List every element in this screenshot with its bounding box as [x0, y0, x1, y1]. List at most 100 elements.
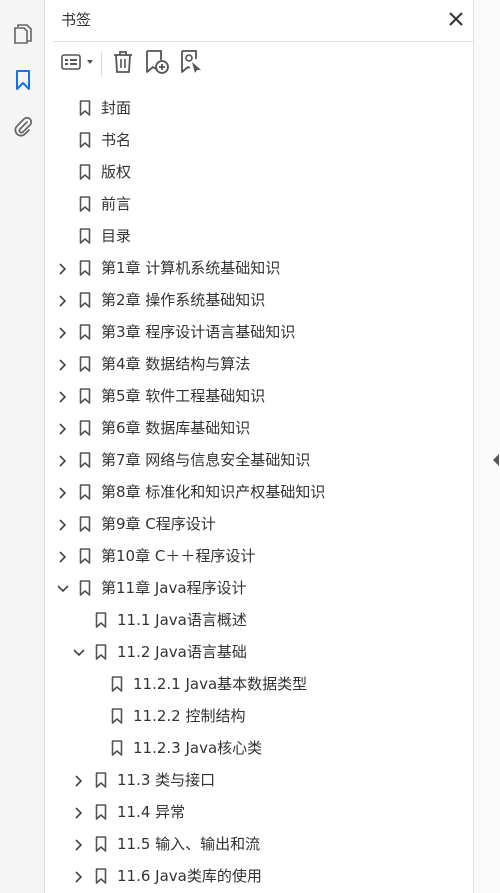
- chevron-right-icon[interactable]: [56, 325, 70, 339]
- bookmark-icon: [79, 580, 91, 596]
- find-current-bookmark-button[interactable]: [178, 50, 206, 78]
- chevron-right-icon[interactable]: [72, 805, 86, 819]
- bookmark-label: 第11章 Java程序设计: [101, 579, 247, 597]
- bookmark-icon: [79, 228, 91, 244]
- bookmark-item[interactable]: 11.3 类与接口: [45, 764, 473, 796]
- bookmark-item[interactable]: 11.6 Java类库的使用: [45, 860, 473, 892]
- close-panel-button[interactable]: [445, 9, 467, 31]
- navigation-rail: [0, 0, 45, 893]
- attachments-button[interactable]: [0, 109, 45, 143]
- bookmark-label: 第3章 程序设计语言基础知识: [101, 323, 296, 341]
- bookmark-label: 目录: [101, 227, 132, 245]
- chevron-right-icon[interactable]: [56, 293, 70, 307]
- chevron-right-icon[interactable]: [72, 773, 86, 787]
- bookmark-item[interactable]: 前言: [45, 188, 473, 220]
- bookmark-item[interactable]: 封面: [45, 92, 473, 124]
- bookmark-item[interactable]: 第4章 数据结构与算法: [45, 348, 473, 380]
- bookmark-item[interactable]: 第9章 C程序设计: [45, 508, 473, 540]
- bookmark-item[interactable]: 第1章 计算机系统基础知识: [45, 252, 473, 284]
- bookmark-icon: [79, 100, 91, 116]
- bookmarks-toolbar: [45, 46, 473, 82]
- panel-title: 书签: [61, 11, 92, 29]
- bookmark-icon: [79, 388, 91, 404]
- chevron-right-icon[interactable]: [56, 261, 70, 275]
- bookmark-icon: [79, 324, 91, 340]
- close-icon: [449, 11, 463, 30]
- bookmark-options-button[interactable]: [59, 50, 97, 78]
- bookmark-item[interactable]: 11.2 Java语言基础: [45, 636, 473, 668]
- bookmark-item[interactable]: 书名: [45, 124, 473, 156]
- bookmark-label: 第7章 网络与信息安全基础知识: [101, 451, 311, 469]
- bookmark-icon: [79, 132, 91, 148]
- bookmark-item[interactable]: 11.1 Java语言概述: [45, 604, 473, 636]
- collapse-panel-arrow-icon[interactable]: [492, 451, 500, 466]
- copy-pages-icon: [13, 23, 33, 45]
- chevron-right-icon[interactable]: [56, 485, 70, 499]
- bookmark-label: 第2章 操作系统基础知识: [101, 291, 266, 309]
- bookmark-item[interactable]: 版权: [45, 156, 473, 188]
- bookmark-item[interactable]: 第10章 C＋＋程序设计: [45, 540, 473, 572]
- bookmark-icon: [95, 612, 107, 628]
- bookmark-icon: [95, 772, 107, 788]
- bookmark-item[interactable]: 11.2.3 Java核心类: [45, 732, 473, 764]
- bookmark-item[interactable]: 目录: [45, 220, 473, 252]
- bookmark-label: 11.4 异常: [117, 803, 186, 821]
- find-bookmark-icon: [179, 49, 205, 79]
- bookmark-item[interactable]: 第2章 操作系统基础知识: [45, 284, 473, 316]
- bookmark-options-icon: [60, 52, 96, 76]
- bookmark-item[interactable]: 第8章 标准化和知识产权基础知识: [45, 476, 473, 508]
- bookmark-icon: [111, 708, 123, 724]
- bookmark-icon: [79, 484, 91, 500]
- bookmarks-panel-button[interactable]: [0, 63, 45, 97]
- bookmark-label: 第8章 标准化和知识产权基础知识: [101, 483, 326, 501]
- delete-bookmark-button[interactable]: [109, 50, 137, 78]
- new-bookmark-button[interactable]: [143, 50, 171, 78]
- bookmark-icon: [79, 356, 91, 372]
- bookmark-label: 封面: [101, 99, 132, 117]
- bookmark-label: 11.1 Java语言概述: [117, 611, 247, 629]
- chevron-right-icon[interactable]: [56, 421, 70, 435]
- toolbar-divider: [101, 52, 102, 76]
- panel-header: 书签: [45, 0, 473, 40]
- bookmark-icon: [79, 516, 91, 532]
- bookmark-item[interactable]: 第6章 数据库基础知识: [45, 412, 473, 444]
- bookmarks-panel: 书签 封面 书名 版权 前言 目录 第1章 计算机系统基础知识 第2章 操作系统…: [45, 0, 473, 893]
- page-thumbnails-button[interactable]: [0, 17, 45, 51]
- bookmark-label: 11.5 输入、输出和流: [117, 835, 261, 853]
- bookmark-item[interactable]: 第3章 程序设计语言基础知识: [45, 316, 473, 348]
- bookmark-label: 11.2.3 Java核心类: [133, 739, 263, 757]
- chevron-right-icon[interactable]: [56, 517, 70, 531]
- bookmark-item[interactable]: 第11章 Java程序设计: [45, 572, 473, 604]
- chevron-right-icon[interactable]: [56, 549, 70, 563]
- chevron-right-icon[interactable]: [72, 837, 86, 851]
- bookmark-label: 第10章 C＋＋程序设计: [101, 547, 256, 565]
- bookmark-icon: [79, 420, 91, 436]
- bookmark-label: 前言: [101, 195, 132, 213]
- bookmark-label: 11.2 Java语言基础: [117, 643, 247, 661]
- bookmark-item[interactable]: 11.2.2 控制结构: [45, 700, 473, 732]
- bookmark-label: 11.6 Java类库的使用: [117, 867, 262, 885]
- bookmark-item[interactable]: 11.5 输入、输出和流: [45, 828, 473, 860]
- bookmark-icon: [95, 804, 107, 820]
- chevron-down-icon[interactable]: [56, 581, 70, 595]
- bookmark-label: 版权: [101, 163, 132, 181]
- chevron-right-icon[interactable]: [56, 453, 70, 467]
- header-divider: [53, 41, 473, 42]
- chevron-right-icon[interactable]: [56, 389, 70, 403]
- bookmark-icon: [79, 164, 91, 180]
- bookmark-icon: [111, 676, 123, 692]
- bookmark-icon: [95, 644, 107, 660]
- bookmark-item[interactable]: 11.4 异常: [45, 796, 473, 828]
- bookmark-item[interactable]: 11.2.1 Java基本数据类型: [45, 668, 473, 700]
- bookmark-label: 11.3 类与接口: [117, 771, 216, 789]
- bookmark-label: 第4章 数据结构与算法: [101, 355, 251, 373]
- bookmark-icon: [15, 69, 31, 91]
- bookmark-icon: [79, 292, 91, 308]
- bookmark-icon: [95, 836, 107, 852]
- bookmark-item[interactable]: 第7章 网络与信息安全基础知识: [45, 444, 473, 476]
- chevron-down-icon[interactable]: [72, 645, 86, 659]
- bookmark-label: 第5章 软件工程基础知识: [101, 387, 266, 405]
- bookmark-item[interactable]: 第5章 软件工程基础知识: [45, 380, 473, 412]
- chevron-right-icon[interactable]: [56, 357, 70, 371]
- chevron-right-icon[interactable]: [72, 869, 86, 883]
